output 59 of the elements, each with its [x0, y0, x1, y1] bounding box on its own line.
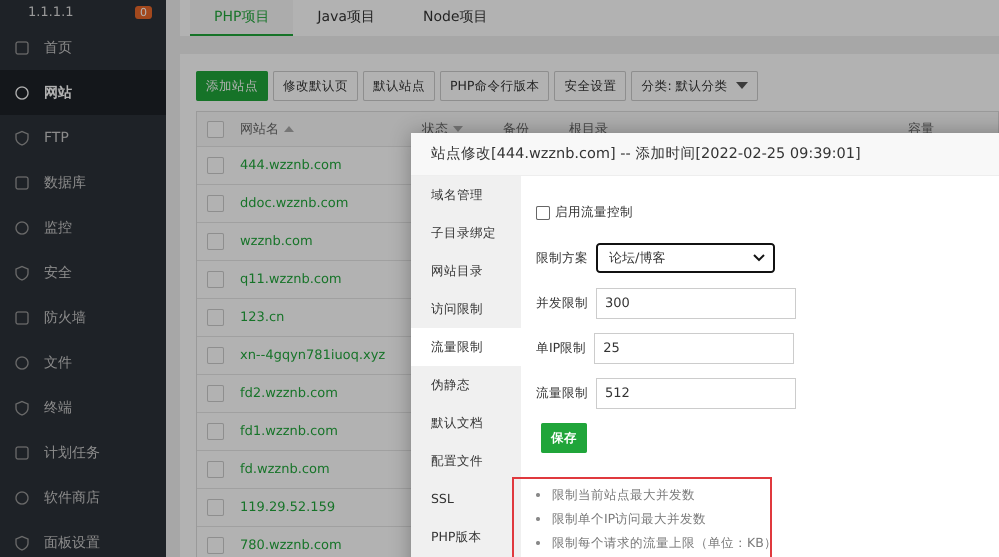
site-link[interactable]: fd2.wzznb.com [240, 386, 338, 401]
sidebar-item[interactable]: 文件 [0, 340, 166, 385]
dialog-title: 站点修改[444.wzznb.com] -- 添加时间[2022-02-25 09:39:01] [411, 133, 999, 176]
field-label: 并发限制 [536, 294, 588, 312]
note-text: 限制每个请求的流量上限（单位：KB） [552, 534, 777, 552]
toolbar-button[interactable]: 添加站点 [196, 71, 268, 101]
dialog-nav-item[interactable]: 伪静态 [411, 366, 521, 404]
sidebar-item[interactable]: 首页 [0, 25, 166, 70]
server-name: 1.1.1.1 [28, 5, 74, 20]
note-text: 限制单个IP访问最大并发数 [552, 510, 706, 528]
site-link[interactable]: xn--4gqyn781iuoq.xyz [240, 348, 386, 363]
column-header[interactable]: 网站名 [240, 120, 279, 138]
dialog-nav-item[interactable]: 流量限制 [411, 328, 521, 366]
sidebar-item[interactable]: FTP [0, 115, 166, 160]
input-field[interactable]: 512 [596, 378, 796, 408]
site-link[interactable]: fd.wzznb.com [240, 462, 330, 477]
sidebar-item[interactable]: 计划任务 [0, 430, 166, 475]
field-label: 流量限制 [536, 384, 588, 402]
checkbox-label: 启用流量控制 [555, 204, 633, 221]
input-field[interactable]: 25 [594, 332, 794, 364]
toolbar-button[interactable]: PHP命令行版本 [440, 71, 550, 101]
site-link[interactable]: ddoc.wzznb.com [240, 196, 348, 211]
dialog-nav-item[interactable]: SSL [411, 480, 521, 518]
toolbar-button[interactable]: 安全设置 [554, 71, 626, 101]
site-link[interactable]: 119.29.52.159 [240, 500, 336, 515]
field-label: 限制方案 [536, 250, 588, 266]
site-link[interactable]: wzznb.com [240, 234, 313, 249]
project-tab[interactable]: PHP项目 [190, 0, 294, 36]
dialog-nav-item[interactable]: 默认文档 [411, 404, 521, 442]
dialog-nav-item[interactable]: 网站目录 [411, 252, 521, 290]
project-tab[interactable]: Node项目 [399, 0, 512, 36]
site-link[interactable]: q11.wzznb.com [240, 272, 342, 287]
sidebar-item[interactable]: 监控 [0, 205, 166, 250]
sidebar-item[interactable]: 面板设置 [0, 520, 166, 557]
sidebar-item[interactable]: 网站 [0, 70, 166, 115]
sidebar-item[interactable]: 数据库 [0, 160, 166, 205]
site-link[interactable]: 780.wzznb.com [240, 538, 342, 553]
site-link[interactable]: 123.cn [240, 310, 284, 325]
dialog-nav-item[interactable]: 子目录绑定 [411, 214, 521, 252]
scheme-select[interactable]: 论坛/博客 [596, 243, 775, 273]
sidebar-item[interactable]: 软件商店 [0, 475, 166, 520]
category-dropdown[interactable]: 分类: 默认分类 [631, 71, 758, 101]
dialog-nav-item[interactable]: 访问限制 [411, 290, 521, 328]
save-button[interactable]: 保存 [541, 423, 587, 453]
sidebar-item[interactable]: 安全 [0, 250, 166, 295]
project-tab[interactable]: Java项目 [293, 0, 399, 36]
toolbar-button[interactable]: 修改默认页 [273, 71, 358, 101]
dialog-nav-item[interactable]: PHP版本 [411, 518, 521, 556]
site-link[interactable]: fd1.wzznb.com [240, 424, 338, 439]
toolbar-button[interactable]: 默认站点 [363, 71, 435, 101]
input-field[interactable]: 300 [596, 288, 796, 318]
site-link[interactable]: 444.wzznb.com [240, 158, 342, 173]
notification-badge: 0 [135, 6, 152, 19]
note-text: 限制当前站点最大并发数 [552, 486, 695, 504]
sidebar-item[interactable]: 终端 [0, 385, 166, 430]
dialog-nav-item[interactable]: 域名管理 [411, 176, 521, 214]
dialog-nav-item[interactable]: 配置文件 [411, 442, 521, 480]
field-label: 单IP限制 [536, 340, 586, 356]
sidebar-item[interactable]: 防火墙 [0, 295, 166, 340]
